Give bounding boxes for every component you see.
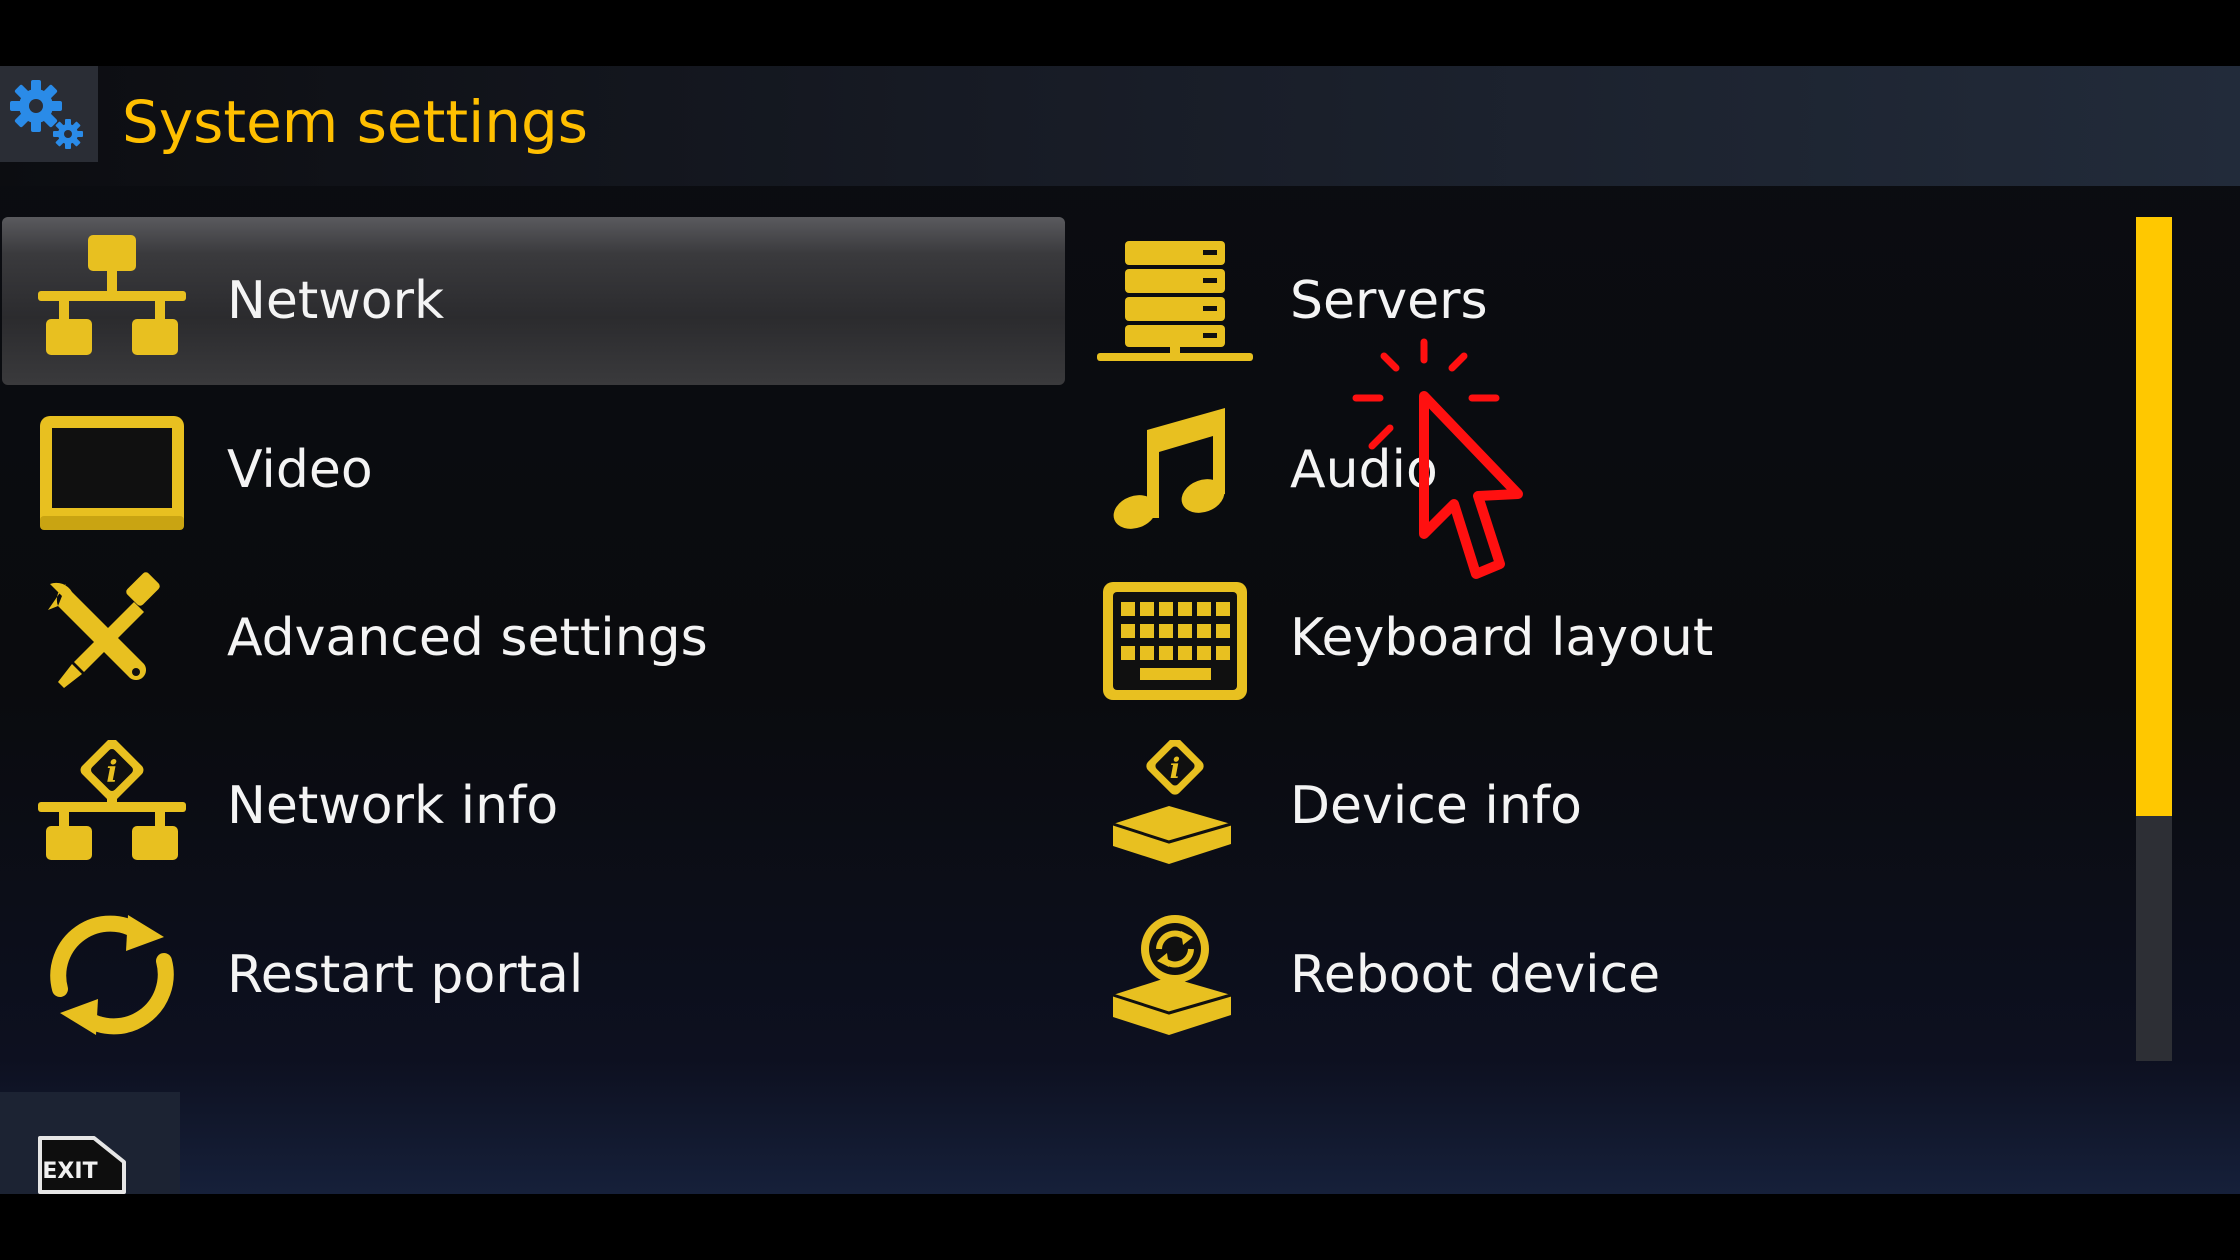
menu-item-label: Network xyxy=(227,271,445,331)
device-info-icon: i xyxy=(1095,737,1255,872)
menu-item-video[interactable]: Video xyxy=(2,386,1065,554)
reboot-device-icon xyxy=(1095,909,1255,1041)
page-title: System settings xyxy=(122,88,589,156)
restart-icon xyxy=(32,909,192,1041)
menu-item-label: Device info xyxy=(1290,776,1582,836)
header-bar: System settings xyxy=(0,66,2240,186)
menu-item-servers[interactable]: Servers xyxy=(1065,217,2128,385)
menu-item-keyboard-layout[interactable]: Keyboard layout xyxy=(1065,554,2128,722)
scrollbar-track[interactable] xyxy=(2136,217,2172,1061)
menu-item-label: Reboot device xyxy=(1290,945,1661,1005)
menu-item-label: Restart portal xyxy=(227,945,584,1005)
click-cursor-icon xyxy=(1350,338,1550,598)
menu-item-reboot-device[interactable]: Reboot device xyxy=(1065,891,2128,1059)
keyboard-icon xyxy=(1095,572,1255,704)
menu-item-label: Network info xyxy=(227,776,559,836)
network-icon xyxy=(32,235,192,367)
exit-button[interactable]: EXIT xyxy=(34,1132,130,1194)
menu-item-label: Advanced settings xyxy=(227,608,708,668)
gears-icon xyxy=(0,66,98,162)
network-info-icon: i xyxy=(32,738,192,872)
servers-icon xyxy=(1095,235,1255,367)
settings-screen: System settings Network Video Advanced s… xyxy=(0,66,2240,1194)
exit-label: EXIT xyxy=(42,1159,97,1184)
music-note-icon xyxy=(1095,404,1255,536)
menu-item-network[interactable]: Network xyxy=(2,217,1065,385)
menu-item-restart-portal[interactable]: Restart portal xyxy=(2,891,1065,1059)
menu-item-device-info[interactable]: i Device info xyxy=(1065,722,2128,890)
menu-item-network-info[interactable]: i Network info xyxy=(2,722,1065,890)
svg-text:i: i xyxy=(1170,752,1181,785)
scrollbar-thumb[interactable] xyxy=(2136,217,2172,816)
menu-item-audio[interactable]: Audio xyxy=(1065,386,2128,554)
wrench-screwdriver-icon xyxy=(32,572,192,704)
menu-item-label: Video xyxy=(227,440,373,500)
menu-item-advanced-settings[interactable]: Advanced settings xyxy=(2,554,1065,722)
monitor-icon xyxy=(32,404,192,536)
svg-text:i: i xyxy=(106,755,117,790)
